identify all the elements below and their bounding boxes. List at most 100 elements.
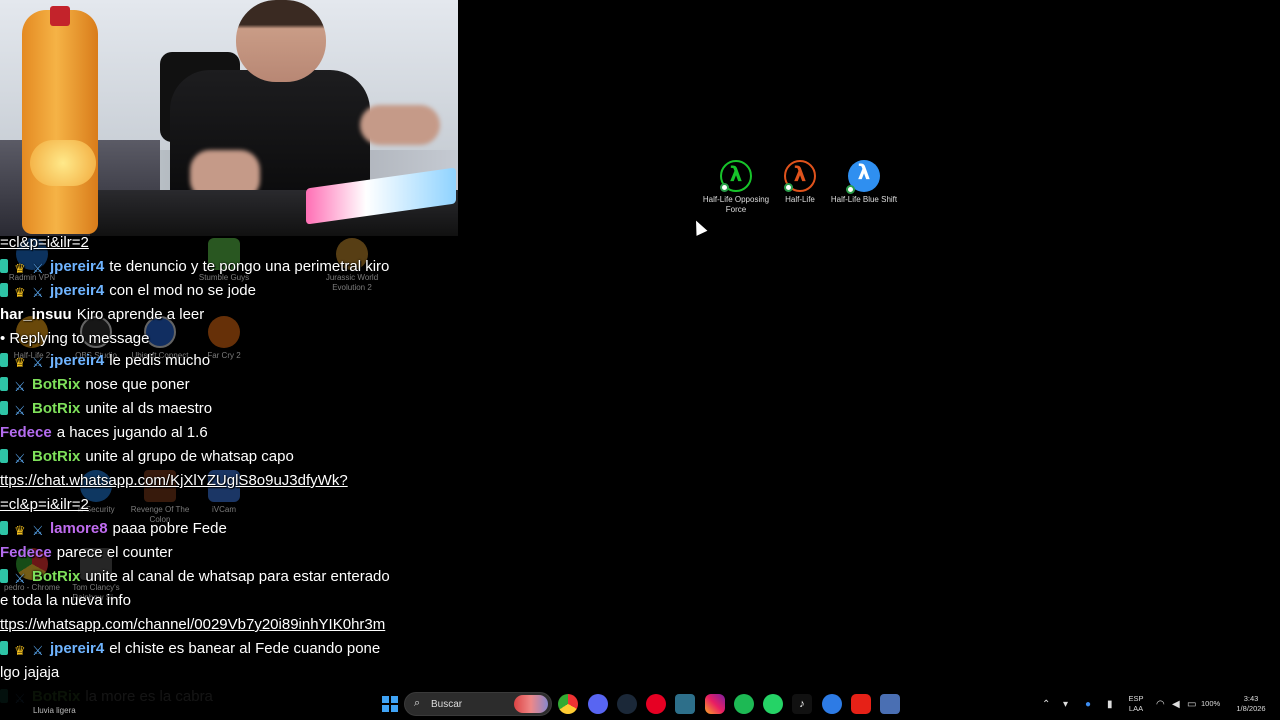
chat-message: e toda la nueva info	[0, 590, 131, 612]
sword-badge-icon: ⚔	[32, 285, 44, 300]
webcam-bottle-label	[30, 140, 96, 186]
desktop-icon-label: Half-Life Blue Shift	[830, 195, 898, 204]
crown-badge-icon: ♛	[14, 355, 26, 370]
tiktok-icon[interactable]: ♪	[792, 694, 812, 714]
crown-badge-icon: ♛	[14, 643, 26, 658]
instagram-icon[interactable]	[705, 694, 725, 714]
subscriber-badge-icon	[0, 377, 8, 391]
chat-text: lgo jajaja	[0, 664, 60, 681]
chat-link[interactable]: ttps://whatsapp.com/channel/0029Vb7y20i8…	[0, 616, 385, 633]
discord-icon[interactable]	[588, 694, 608, 714]
chat-username[interactable]: jpereir4	[50, 258, 104, 275]
chat-message: ⚔ BotRix unite al ds maestro	[0, 398, 212, 420]
chat-username[interactable]: BotRix	[32, 376, 80, 393]
chat-username[interactable]: jpereir4	[50, 282, 104, 299]
clock-time: 3:43	[1243, 694, 1259, 703]
whatsapp-icon[interactable]	[763, 694, 783, 714]
chat-message: ♛ ⚔ jpereir4 le pedis mucho	[0, 350, 210, 372]
start-button[interactable]	[380, 694, 400, 714]
chat-text: parece el counter	[56, 544, 173, 561]
crown-badge-icon: ♛	[14, 523, 26, 538]
taskbar-search[interactable]: ⌕ Buscar	[404, 692, 552, 716]
sword-badge-icon: ⚔	[14, 571, 26, 586]
subscriber-badge-icon	[0, 259, 8, 273]
microphone-icon[interactable]: ▮	[1107, 699, 1113, 710]
clock[interactable]: 3:43 1/8/2026	[1230, 694, 1272, 714]
battery-icon[interactable]: ▭	[1187, 699, 1196, 710]
chevron-up-icon[interactable]: ⌃	[1042, 699, 1050, 710]
subscriber-badge-icon	[0, 569, 8, 583]
taskbar: Lluvia ligera ⌕ Buscar ♪ ⌃ ▾ ● ▮ ESP LAA …	[0, 688, 1280, 720]
chat-username[interactable]: BotRix	[32, 448, 80, 465]
chat-username[interactable]: Fedece	[0, 544, 52, 561]
edge-like-icon[interactable]	[822, 694, 842, 714]
sword-badge-icon: ⚔	[14, 451, 26, 466]
sword-badge-icon: ⚔	[14, 403, 26, 418]
chat-text: el chiste es banear al Fede cuando pone	[109, 640, 381, 657]
chat-username[interactable]: lamore8	[50, 520, 108, 537]
chat-text: le pedis mucho	[109, 352, 211, 369]
chat-text: unite al grupo de whatsap capo	[85, 448, 294, 465]
chat-text: nose que poner	[85, 376, 190, 393]
webcam-overlay	[0, 0, 458, 236]
subscriber-badge-icon	[0, 401, 8, 415]
game-taskbar-icon[interactable]	[880, 694, 900, 714]
desktop-icon-label: Half-Life	[785, 195, 815, 204]
spotify-icon[interactable]	[734, 694, 754, 714]
desktop-icon-label: iVCam	[211, 505, 236, 514]
half-life-icon: λ	[784, 160, 816, 192]
chat-message: ♛ ⚔ lamore8 paaa pobre Fede	[0, 518, 227, 540]
search-icon: ⌕	[414, 697, 421, 709]
chat-message: ⚔ BotRix unite al grupo de whatsap capo	[0, 446, 294, 468]
chat-username[interactable]: Fedece	[0, 424, 52, 441]
desktop-icon-half-life-opposing-force[interactable]: λ Half-Life Opposing Force	[700, 160, 772, 215]
chat-username[interactable]: BotRix	[32, 400, 80, 417]
half-life-blue-shift-icon: λ	[846, 160, 880, 194]
pinterest-icon[interactable]	[646, 694, 666, 714]
chat-text: • Replying to message	[0, 330, 150, 347]
chrome-taskbar-icon[interactable]	[558, 694, 578, 714]
chat-message: • Replying to message	[0, 328, 150, 350]
tray-app-icon[interactable]: ▾	[1063, 699, 1068, 710]
far-cry-2-icon	[208, 316, 240, 348]
language-bottom: LAA	[1128, 704, 1144, 713]
desktop-icon-half-life[interactable]: λ Half-Life	[764, 160, 836, 205]
desktop-icon-half-life-blue-shift[interactable]: λ Half-Life Blue Shift	[828, 160, 900, 205]
sword-badge-icon: ⚔	[32, 523, 44, 538]
chat-text: paaa pobre Fede	[112, 520, 227, 537]
subscriber-badge-icon	[0, 521, 8, 535]
chat-link[interactable]: ttps://chat.whatsapp.com/KjXlYZUglS8o9uJ…	[0, 472, 348, 489]
app-taskbar-icon[interactable]	[675, 694, 695, 714]
wifi-icon[interactable]: ◠	[1156, 699, 1165, 710]
chat-text: unite al ds maestro	[85, 400, 213, 417]
chat-username[interactable]: jpereir4	[50, 352, 104, 369]
chat-message: ttps://chat.whatsapp.com/KjXlYZUglS8o9uJ…	[0, 470, 348, 492]
chat-link[interactable]: =cl&p=i&ilr=2	[0, 496, 89, 513]
tray-app-icon[interactable]: ●	[1085, 699, 1091, 710]
steam-icon[interactable]	[617, 694, 637, 714]
crown-badge-icon: ♛	[14, 261, 26, 276]
chat-username[interactable]: jpereir4	[50, 640, 104, 657]
search-highlight-image	[514, 695, 548, 713]
language-top: ESP	[1128, 694, 1144, 703]
sword-badge-icon: ⚔	[32, 261, 44, 276]
search-placeholder: Buscar	[431, 699, 463, 710]
windows-icon	[382, 696, 398, 712]
half-life-opposing-force-icon: λ	[720, 160, 752, 192]
chat-message: Fedece parece el counter	[0, 542, 173, 564]
sword-badge-icon: ⚔	[14, 379, 26, 394]
clock-date: 1/8/2026	[1236, 704, 1266, 713]
chat-message: ♛ ⚔ jpereir4 con el mod no se jode	[0, 280, 256, 302]
chat-text: e toda la nueva info	[0, 592, 131, 609]
taskbar-weather[interactable]: Lluvia ligera	[33, 706, 76, 715]
language-indicator[interactable]: ESP LAA	[1126, 694, 1146, 714]
sword-badge-icon: ⚔	[32, 355, 44, 370]
chat-username[interactable]: har_insuu	[0, 306, 72, 323]
youtube-icon[interactable]	[851, 694, 871, 714]
webcam-bottle-cap	[50, 6, 70, 26]
chat-username[interactable]: BotRix	[32, 568, 80, 585]
chat-message: ⚔ BotRix unite al canal de whatsap para es…	[0, 566, 390, 588]
chat-link[interactable]: =cl&p=i&ilr=2	[0, 234, 89, 251]
speaker-icon[interactable]: ◀	[1172, 699, 1180, 710]
chat-text: con el mod no se jode	[109, 282, 256, 299]
